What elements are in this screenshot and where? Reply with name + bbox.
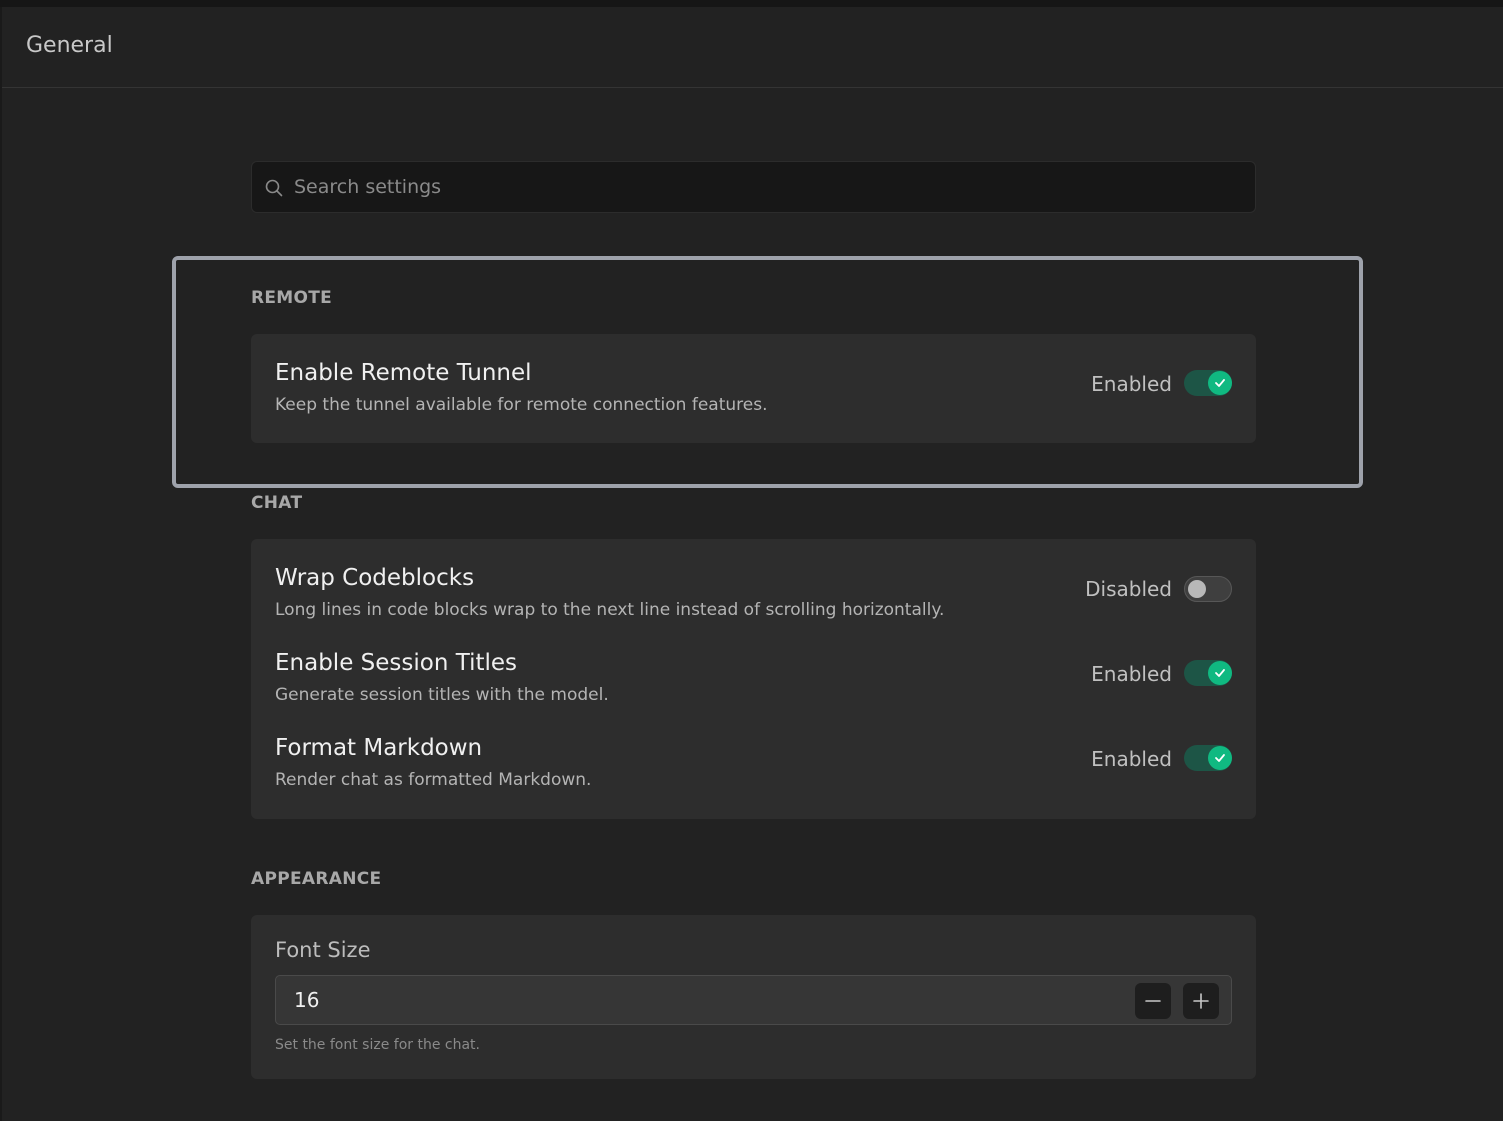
- window-top-strip: [0, 0, 1503, 7]
- minus-icon: [1145, 1000, 1161, 1002]
- setting-title: Wrap Codeblocks: [275, 565, 475, 591]
- appearance-settings-card: Font Size Set the font size for the chat…: [251, 915, 1256, 1079]
- setting-row-remote-tunnel: Enable Remote Tunnel Keep the tunnel ava…: [251, 360, 1256, 420]
- setting-status: Disabled: [1085, 577, 1172, 601]
- setting-description: Keep the tunnel available for remote con…: [275, 395, 768, 415]
- setting-status: Enabled: [1091, 747, 1172, 771]
- search-bar[interactable]: [251, 161, 1256, 213]
- setting-row-format-markdown: Format Markdown Render chat as formatted…: [251, 735, 1256, 795]
- search-icon: [265, 179, 283, 197]
- wrap-codeblocks-toggle[interactable]: [1184, 576, 1232, 602]
- remote-settings-card: Enable Remote Tunnel Keep the tunnel ava…: [251, 334, 1256, 443]
- page-header: General: [2, 7, 1503, 88]
- section-label-appearance: APPEARANCE: [251, 869, 382, 889]
- check-icon: [1215, 669, 1225, 677]
- setting-row-wrap-codeblocks: Wrap Codeblocks Long lines in code block…: [251, 565, 1256, 625]
- font-size-decrement-button[interactable]: [1135, 983, 1171, 1019]
- font-size-input[interactable]: [294, 976, 1114, 1024]
- check-icon: [1215, 754, 1225, 762]
- font-size-increment-button[interactable]: [1183, 983, 1219, 1019]
- toggle-knob: [1188, 580, 1206, 598]
- section-label-remote: REMOTE: [251, 288, 333, 308]
- remote-tunnel-toggle[interactable]: [1184, 370, 1232, 396]
- toggle-knob: [1208, 661, 1232, 685]
- section-label-chat: CHAT: [251, 493, 303, 513]
- setting-title: Enable Session Titles: [275, 650, 517, 676]
- setting-description: Render chat as formatted Markdown.: [275, 770, 592, 790]
- setting-description: Generate session titles with the model.: [275, 685, 609, 705]
- setting-title: Format Markdown: [275, 735, 483, 761]
- setting-row-session-titles: Enable Session Titles Generate session t…: [251, 650, 1256, 710]
- font-size-help-text: Set the font size for the chat.: [275, 1037, 480, 1053]
- font-size-field: [275, 975, 1232, 1025]
- window-left-edge: [0, 7, 2, 1121]
- format-markdown-toggle[interactable]: [1184, 745, 1232, 771]
- toggle-knob: [1208, 746, 1232, 770]
- search-input[interactable]: [294, 162, 1244, 212]
- session-titles-toggle[interactable]: [1184, 660, 1232, 686]
- page-title: General: [26, 33, 113, 58]
- setting-status: Enabled: [1091, 662, 1172, 686]
- check-icon: [1215, 379, 1225, 387]
- chat-settings-card: Wrap Codeblocks Long lines in code block…: [251, 539, 1256, 819]
- plus-icon: [1193, 993, 1209, 1009]
- setting-description: Long lines in code blocks wrap to the ne…: [275, 600, 945, 620]
- setting-title: Enable Remote Tunnel: [275, 360, 532, 386]
- toggle-knob: [1208, 371, 1232, 395]
- font-size-label: Font Size: [275, 938, 371, 962]
- setting-status: Enabled: [1091, 372, 1172, 396]
